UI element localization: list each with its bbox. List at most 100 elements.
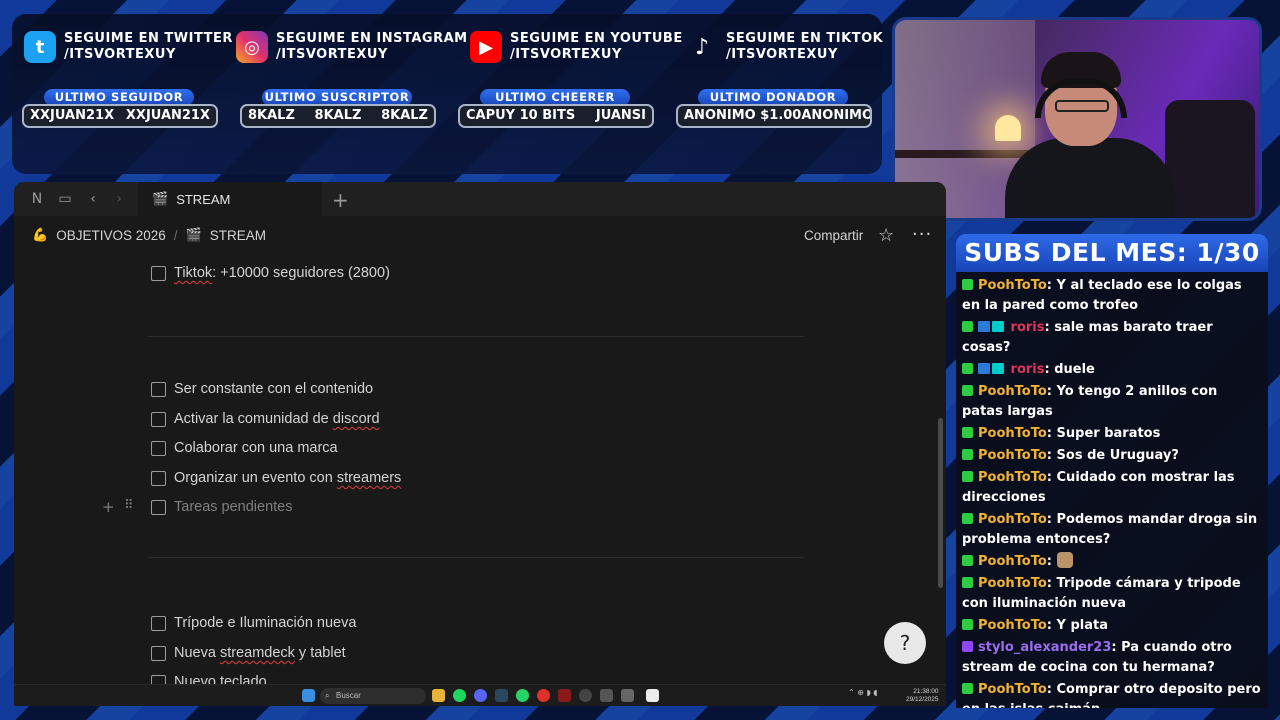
social-tiktok[interactable]: ♪ SEGUIME EN TIKTOK/ITSVORTEXUY: [686, 30, 883, 64]
streamdeck-icon[interactable]: [600, 689, 613, 702]
todo-item[interactable]: Ser constante con el contenido: [151, 379, 373, 399]
todo-item[interactable]: Colaborar con una marca: [151, 438, 338, 458]
app-icon[interactable]: [621, 689, 634, 702]
whatsapp-icon[interactable]: [516, 689, 529, 702]
todo-item[interactable]: Organizar un evento con streamers: [151, 468, 401, 488]
social-line2: /ITSVORTEXUY: [510, 47, 622, 62]
sidebar-toggle-icon[interactable]: ▭: [56, 190, 74, 208]
social-youtube[interactable]: ▶ SEGUIME EN YOUTUBE/ITSVORTEXUY: [470, 30, 683, 64]
social-line1: SEGUIME EN YOUTUBE: [510, 31, 683, 46]
youtube-icon: ▶: [470, 31, 502, 63]
scrollbar[interactable]: [938, 418, 943, 588]
breadcrumb-parent[interactable]: OBJETIVOS 2026: [56, 228, 166, 243]
todo-checkbox[interactable]: [151, 470, 166, 486]
stat-value-b: 8KALZ: [314, 108, 362, 123]
stat-value-a: XXJUAN21X: [30, 108, 115, 123]
social-instagram[interactable]: ◎ SEGUIME EN INSTAGRAM/ITSVORTEXUY: [236, 30, 468, 64]
notion-logo-icon[interactable]: N: [28, 190, 46, 208]
todo-text-rest: : +10000 seguidores (2800): [212, 265, 390, 281]
todo-checkbox[interactable]: [151, 381, 166, 397]
opera-icon[interactable]: [537, 689, 550, 702]
chat-panel: PoohToTo: Y al teclado ese lo colgas en …: [956, 272, 1268, 708]
todo-checkbox[interactable]: [151, 440, 166, 456]
notion-ai-button[interactable]: ?: [884, 622, 926, 664]
windows-start-icon[interactable]: [302, 689, 315, 702]
taskbar-search[interactable]: ⌕ Buscar: [320, 688, 426, 704]
app-icon[interactable]: [558, 689, 571, 702]
todo-item[interactable]: Tiktok: +10000 seguidores (2800): [151, 263, 390, 283]
stat-value-subscriber: 8KALZ 8KALZ 8KALZ: [240, 104, 436, 128]
todo-text-rest: y tablet: [294, 645, 346, 661]
moderator-badge-icon: [962, 577, 973, 588]
breadcrumb-current[interactable]: STREAM: [210, 228, 266, 243]
chat-message: roris: duele: [962, 360, 1262, 380]
tab-bar: N ▭ ‹ › 🎬 STREAM +: [14, 182, 946, 216]
moderator-badge-icon: [962, 385, 973, 396]
tab-title: STREAM: [176, 191, 231, 207]
chat-username[interactable]: roris: [1011, 320, 1045, 335]
chat-message: stylo_alexander23: Pa cuando otro stream…: [962, 638, 1262, 678]
chat-username[interactable]: PoohToTo: [978, 470, 1047, 485]
twitter-icon: t: [24, 31, 56, 63]
chat-username[interactable]: PoohToTo: [978, 426, 1047, 441]
add-block-icon[interactable]: +: [102, 498, 115, 516]
todo-item[interactable]: Trípode e Iluminación nueva: [151, 613, 356, 633]
subscriber-badge-icon: [978, 321, 990, 332]
chat-message: PoohToTo: Y al teclado ese lo colgas en …: [962, 276, 1262, 316]
chat-username[interactable]: PoohToTo: [978, 448, 1047, 463]
social-twitter[interactable]: t SEGUIME EN TWITTER/ITSVORTEXUY: [24, 30, 233, 64]
clapperboard-icon: 🎬: [185, 228, 202, 243]
clock-time: 21:38:00: [913, 688, 939, 695]
chat-username[interactable]: PoohToTo: [978, 384, 1047, 399]
back-icon[interactable]: ‹: [84, 190, 102, 208]
todo-checkbox[interactable]: [151, 411, 166, 427]
todo-checkbox[interactable]: [151, 615, 166, 631]
social-line1: SEGUIME EN TIKTOK: [726, 31, 884, 46]
chat-username[interactable]: PoohToTo: [978, 618, 1047, 633]
discord-icon[interactable]: [474, 689, 487, 702]
spotify-icon[interactable]: [453, 689, 466, 702]
chat-username[interactable]: PoohToTo: [978, 682, 1047, 697]
notion-taskbar-icon[interactable]: [646, 689, 659, 702]
sub-tier-badge-icon: [992, 363, 1004, 374]
file-explorer-icon[interactable]: [432, 689, 445, 702]
chat-message: PoohToTo: Super baratos: [962, 424, 1262, 444]
chat-username[interactable]: PoohToTo: [978, 554, 1047, 569]
breadcrumb-separator: /: [173, 228, 178, 243]
todo-text-underlined: streamers: [336, 470, 402, 486]
forward-icon[interactable]: ›: [110, 190, 128, 208]
todo-checkbox[interactable]: [151, 265, 166, 281]
stat-value-a: ANONIMO $1.00: [684, 108, 802, 123]
drag-handle-icon[interactable]: ⠿: [124, 498, 134, 513]
todo-item[interactable]: Activar la comunidad de discord: [151, 409, 380, 429]
moderator-badge-icon: [962, 321, 973, 332]
chat-username[interactable]: PoohToTo: [978, 278, 1047, 293]
taskbar-clock[interactable]: 21:38:00 29/12/2025: [906, 688, 939, 704]
chat-username[interactable]: stylo_alexander23: [978, 640, 1111, 655]
stat-value-follower: XXJUAN21X XXJUAN21X: [22, 104, 218, 128]
tab-stream[interactable]: 🎬 STREAM: [138, 182, 322, 216]
obs-icon[interactable]: [579, 689, 592, 702]
todo-placeholder[interactable]: Tareas pendientes: [174, 499, 293, 515]
chat-username[interactable]: PoohToTo: [978, 576, 1047, 591]
system-tray-icons[interactable]: ⌃ ⊕ ◗ ◖: [848, 688, 877, 697]
steam-icon[interactable]: [495, 689, 508, 702]
chat-message: PoohToTo: Comprar otro deposito pero en …: [962, 680, 1262, 708]
new-tab-button[interactable]: +: [332, 188, 349, 212]
todo-checkbox[interactable]: [151, 645, 166, 661]
subs-banner: SUBS DEL MES: 1/30: [956, 234, 1268, 272]
chat-username[interactable]: roris: [1011, 362, 1045, 377]
more-options-icon[interactable]: ···: [912, 224, 932, 245]
todo-item-empty[interactable]: Tareas pendientes: [151, 497, 293, 517]
chat-message: PoohToTo: Podemos mandar droga sin probl…: [962, 510, 1262, 550]
chat-message: PoohToTo: Tripode cámara y tripode con i…: [962, 574, 1262, 614]
share-button[interactable]: Compartir: [804, 228, 863, 243]
chat-text: : Sos de Uruguay?: [1046, 448, 1179, 463]
todo-item[interactable]: Nueva streamdeck y tablet: [151, 643, 346, 663]
stat-value-b: JUANSI: [595, 108, 646, 123]
favorite-star-icon[interactable]: ☆: [878, 225, 894, 246]
chat-username[interactable]: PoohToTo: [978, 512, 1047, 527]
todo-checkbox[interactable]: [151, 499, 166, 515]
chat-message: PoohToTo:: [962, 552, 1262, 572]
moderator-badge-icon: [962, 279, 973, 290]
